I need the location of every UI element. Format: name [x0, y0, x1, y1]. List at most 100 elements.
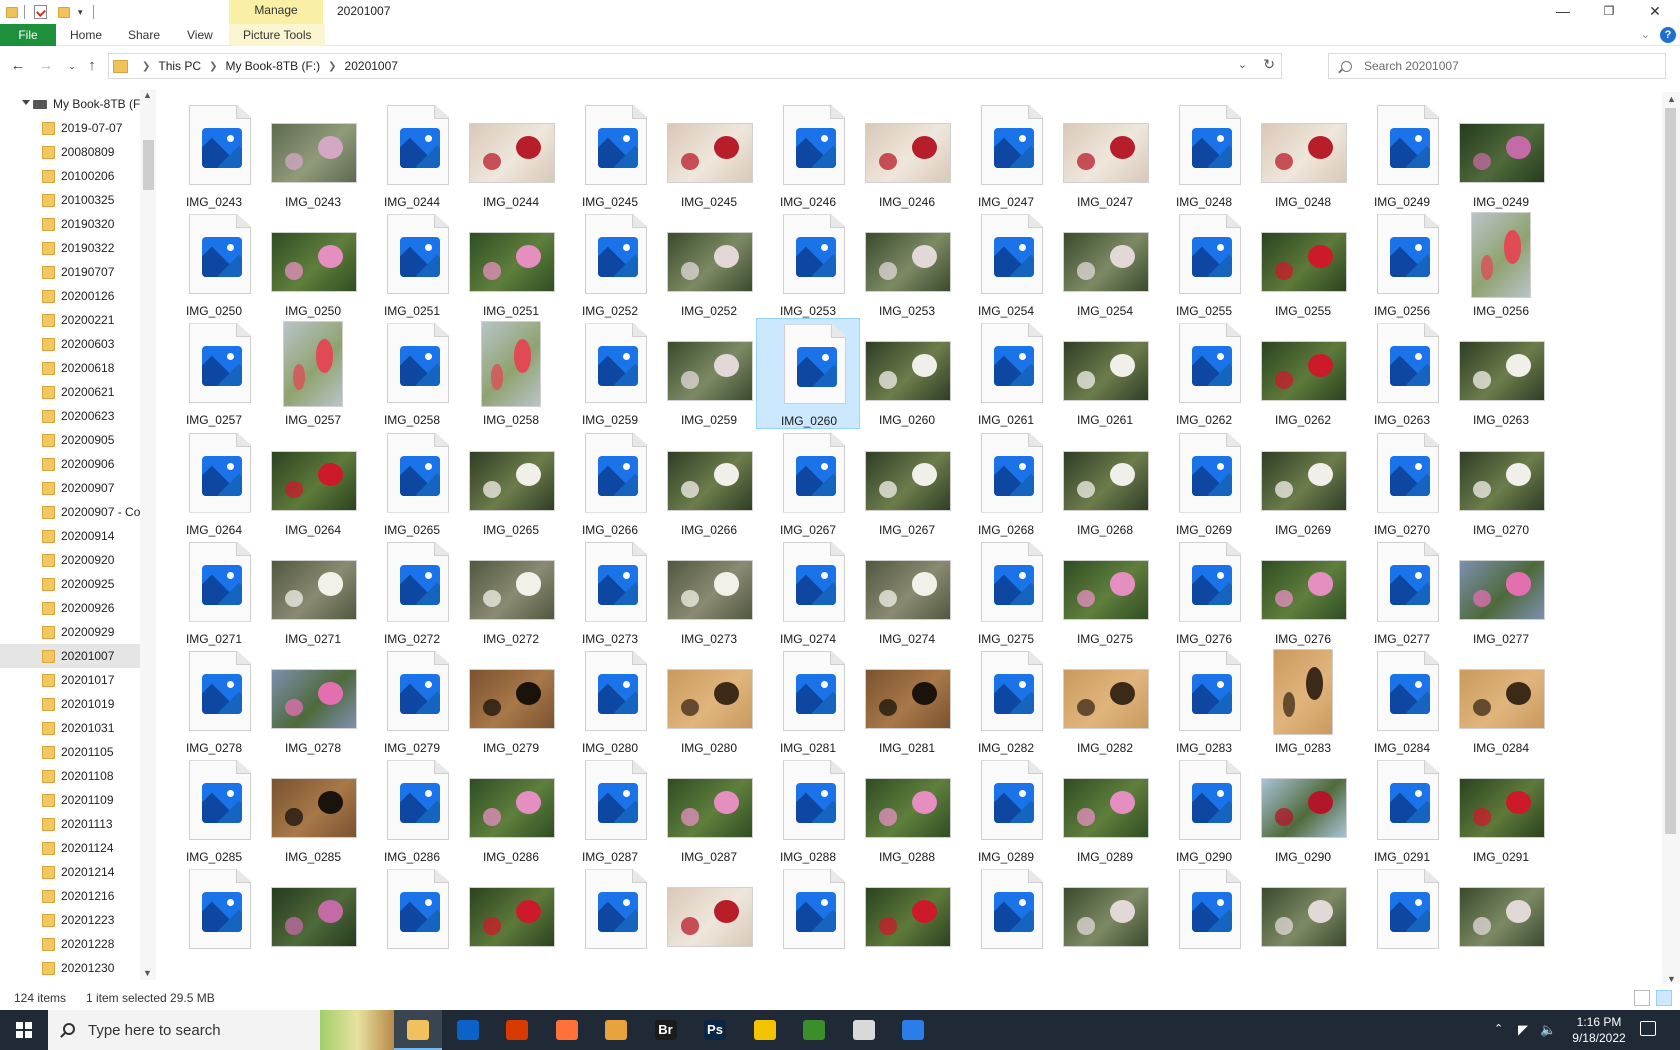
- file-item[interactable]: IMG_0254: [1053, 209, 1157, 320]
- file-item[interactable]: IMG_0261: [1053, 318, 1157, 429]
- file-item[interactable]: IMG_0267: [756, 428, 860, 539]
- tree-item-folder[interactable]: 20200623: [0, 404, 140, 428]
- tree-item-folder[interactable]: 20080809: [0, 140, 140, 164]
- file-item[interactable]: IMG_0263: [1350, 318, 1454, 429]
- file-item[interactable]: IMG_0244: [459, 100, 563, 211]
- tree-item-folder[interactable]: 20190707: [0, 260, 140, 284]
- chevron-right-icon[interactable]: ❯: [209, 61, 217, 72]
- tree-item-folder[interactable]: 20201216: [0, 884, 140, 908]
- file-item[interactable]: IMG_0259: [657, 318, 761, 429]
- file-item[interactable]: [1053, 864, 1157, 975]
- tree-item-folder[interactable]: 20201223: [0, 908, 140, 932]
- tree-item-folder[interactable]: 20201124: [0, 836, 140, 860]
- file-item[interactable]: IMG_0284: [1449, 646, 1553, 757]
- file-item[interactable]: [1251, 864, 1355, 975]
- file-item[interactable]: IMG_0250: [162, 209, 266, 320]
- clock[interactable]: 1:16 PM 9/18/2022: [1556, 1014, 1642, 1046]
- customize-qat-icon[interactable]: ▾: [78, 3, 83, 21]
- chevron-right-icon[interactable]: ❯: [142, 61, 150, 72]
- file-item[interactable]: IMG_0245: [558, 100, 662, 211]
- tree-item-folder[interactable]: 20201007: [0, 644, 140, 668]
- file-item[interactable]: IMG_0260: [756, 318, 860, 430]
- file-item[interactable]: IMG_0288: [756, 755, 860, 866]
- file-item[interactable]: IMG_0246: [756, 100, 860, 211]
- file-item[interactable]: IMG_0281: [756, 646, 860, 757]
- file-item[interactable]: [360, 864, 464, 975]
- file-item[interactable]: IMG_0287: [657, 755, 761, 866]
- tree-item-folder[interactable]: 20200926: [0, 596, 140, 620]
- file-item[interactable]: IMG_0258: [360, 318, 464, 429]
- manage-tab[interactable]: Manage: [229, 0, 323, 24]
- file-item[interactable]: IMG_0272: [360, 537, 464, 648]
- file-item[interactable]: IMG_0258: [459, 318, 563, 429]
- file-item[interactable]: IMG_0248: [1251, 100, 1355, 211]
- restore-button[interactable]: ❐: [1586, 0, 1632, 22]
- file-item[interactable]: [954, 864, 1058, 975]
- file-item[interactable]: IMG_0279: [360, 646, 464, 757]
- file-item[interactable]: IMG_0279: [459, 646, 563, 757]
- details-view-icon[interactable]: [1634, 990, 1650, 1006]
- file-item[interactable]: IMG_0270: [1449, 428, 1553, 539]
- search-input[interactable]: [1364, 59, 1644, 73]
- back-arrow-icon[interactable]: ←: [8, 56, 28, 76]
- tree-item-folder[interactable]: 20190320: [0, 212, 140, 236]
- file-item[interactable]: IMG_0264: [261, 428, 365, 539]
- file-item[interactable]: IMG_0249: [1350, 100, 1454, 211]
- taskbar-app-nvidia[interactable]: [790, 1010, 838, 1050]
- file-item[interactable]: [756, 864, 860, 975]
- file-item[interactable]: IMG_0276: [1251, 537, 1355, 648]
- file-item[interactable]: IMG_0284: [1350, 646, 1454, 757]
- tree-item-folder[interactable]: 20200618: [0, 356, 140, 380]
- tree-item-folder[interactable]: 20201108: [0, 764, 140, 788]
- taskbar-app-photoshop[interactable]: Ps: [691, 1010, 739, 1050]
- tree-item-folder[interactable]: 20200920: [0, 548, 140, 572]
- file-item[interactable]: IMG_0290: [1251, 755, 1355, 866]
- tree-item-folder[interactable]: 20201109: [0, 788, 140, 812]
- network-icon[interactable]: ◤: [1518, 1022, 1528, 1038]
- file-item[interactable]: IMG_0256: [1449, 209, 1553, 320]
- file-item[interactable]: IMG_0285: [162, 755, 266, 866]
- expand-ribbon-icon[interactable]: ⌄: [1641, 28, 1650, 41]
- breadcrumb-drive[interactable]: My Book-8TB (F:): [225, 59, 320, 73]
- tree-item-folder[interactable]: 20200126: [0, 284, 140, 308]
- tree-item-folder[interactable]: 20201113: [0, 812, 140, 836]
- file-item[interactable]: [558, 864, 662, 975]
- tree-item-folder[interactable]: 20201228: [0, 932, 140, 956]
- tree-item-folder[interactable]: 20201105: [0, 740, 140, 764]
- file-item[interactable]: IMG_0278: [261, 646, 365, 757]
- file-item[interactable]: IMG_0286: [360, 755, 464, 866]
- tab-view[interactable]: View: [187, 24, 213, 46]
- file-item[interactable]: [1152, 864, 1256, 975]
- file-item[interactable]: IMG_0247: [954, 100, 1058, 211]
- forward-arrow-icon[interactable]: →: [36, 56, 56, 76]
- file-item[interactable]: IMG_0282: [954, 646, 1058, 757]
- folder-icon[interactable]: [6, 6, 18, 18]
- breadcrumb-folder[interactable]: 20201007: [345, 59, 398, 73]
- scroll-up-icon[interactable]: ▲: [143, 90, 152, 100]
- file-item[interactable]: IMG_0277: [1350, 537, 1454, 648]
- file-item[interactable]: IMG_0250: [261, 209, 365, 320]
- tab-share[interactable]: Share: [128, 24, 160, 46]
- file-item[interactable]: IMG_0288: [855, 755, 959, 866]
- file-item[interactable]: IMG_0253: [756, 209, 860, 320]
- file-item[interactable]: IMG_0268: [1053, 428, 1157, 539]
- file-item[interactable]: IMG_0277: [1449, 537, 1553, 648]
- chevron-right-icon[interactable]: ❯: [328, 61, 336, 72]
- address-bar[interactable]: ❯ This PC ❯ My Book-8TB (F:) ❯ 20201007 …: [108, 53, 1282, 79]
- breadcrumb-this-pc[interactable]: This PC: [158, 59, 201, 73]
- file-item[interactable]: IMG_0244: [360, 100, 464, 211]
- file-item[interactable]: IMG_0248: [1152, 100, 1256, 211]
- file-item[interactable]: IMG_0266: [657, 428, 761, 539]
- tree-item-folder[interactable]: 20201017: [0, 668, 140, 692]
- file-item[interactable]: IMG_0260: [855, 318, 959, 429]
- file-item[interactable]: IMG_0283: [1152, 646, 1256, 757]
- file-item[interactable]: IMG_0269: [1152, 428, 1256, 539]
- file-item[interactable]: IMG_0287: [558, 755, 662, 866]
- file-item[interactable]: IMG_0273: [558, 537, 662, 648]
- file-item[interactable]: IMG_0291: [1350, 755, 1454, 866]
- file-item[interactable]: IMG_0245: [657, 100, 761, 211]
- help-icon[interactable]: ?: [1660, 27, 1676, 43]
- file-item[interactable]: [1449, 864, 1553, 975]
- scroll-down-icon[interactable]: ▼: [143, 968, 152, 978]
- tab-home[interactable]: Home: [70, 24, 102, 46]
